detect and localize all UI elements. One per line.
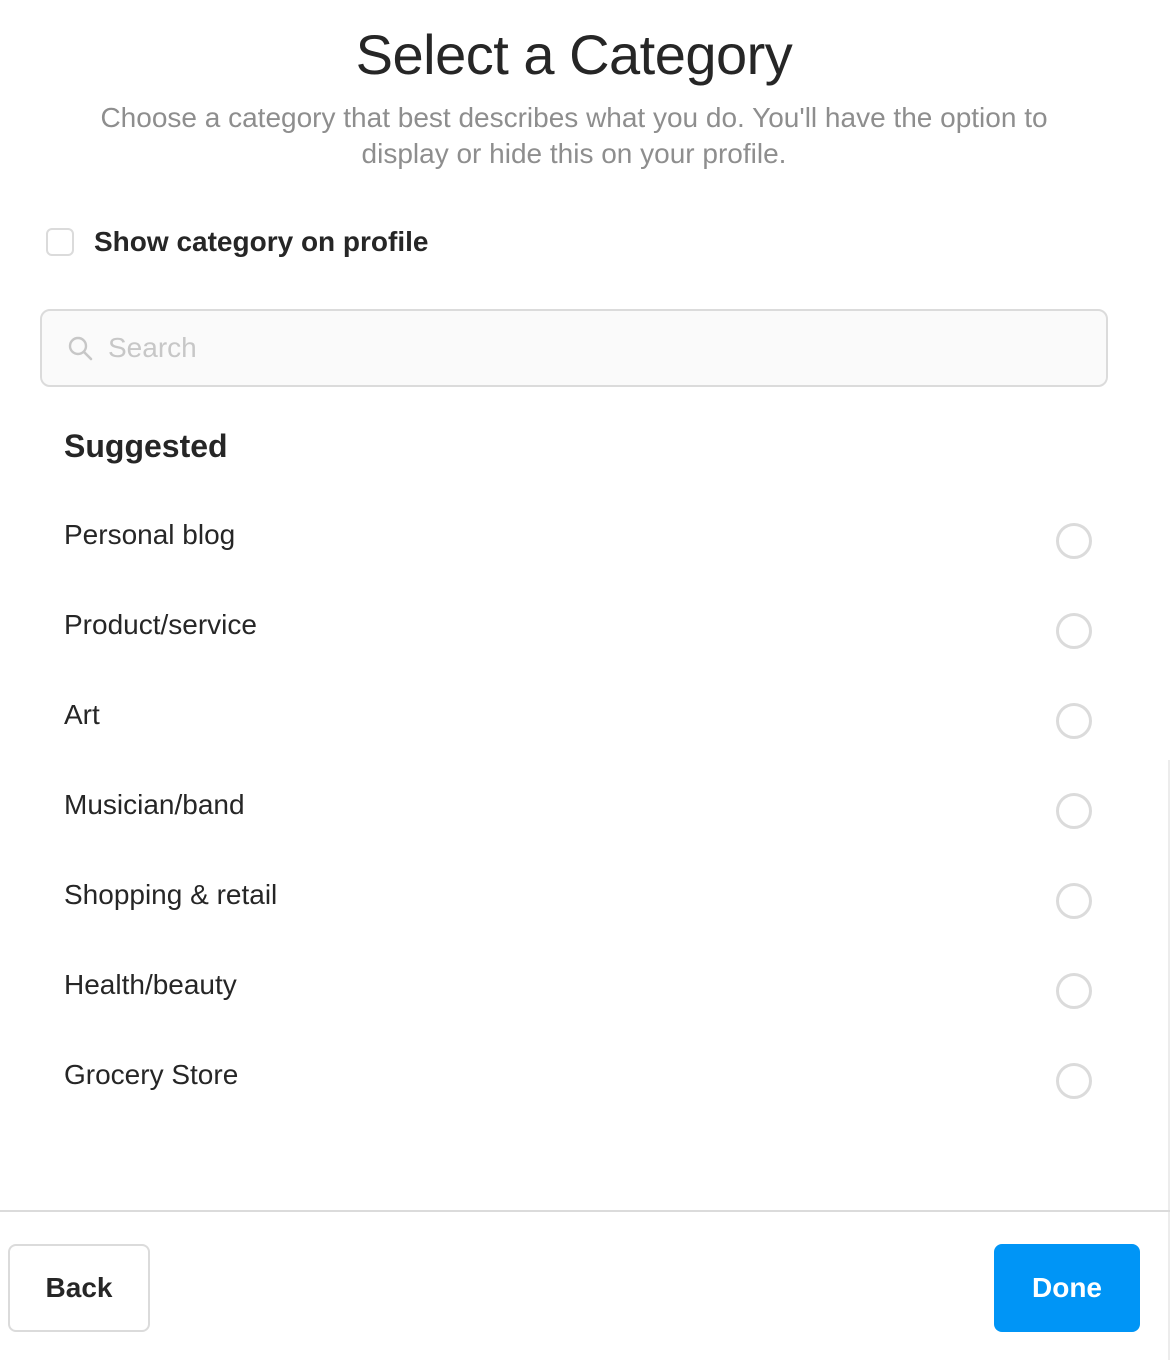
category-label: Shopping & retail: [64, 879, 278, 910]
category-radio[interactable]: [1056, 883, 1092, 919]
show-category-label: Show category on profile: [94, 226, 429, 257]
page-subtitle: Choose a category that best describes wh…: [100, 102, 1048, 169]
category-radio[interactable]: [1056, 703, 1092, 739]
show-category-toggle[interactable]: Show category on profile: [46, 226, 428, 258]
category-item-musician-band[interactable]: Musician/band: [0, 765, 1170, 855]
category-item-art[interactable]: Art: [0, 675, 1170, 765]
select-category-page: Select a Category Choose a category that…: [0, 0, 1170, 1360]
search-icon: [66, 334, 94, 362]
category-radio[interactable]: [1056, 1063, 1092, 1099]
search-input[interactable]: [108, 318, 1048, 378]
suggested-heading: Suggested: [64, 428, 228, 464]
category-label: Product/service: [64, 609, 257, 640]
category-item-product-service[interactable]: Product/service: [0, 585, 1170, 675]
back-button[interactable]: Back: [8, 1244, 150, 1332]
category-radio[interactable]: [1056, 793, 1092, 829]
category-item-personal-blog[interactable]: Personal blog: [0, 495, 1170, 585]
done-button[interactable]: Done: [994, 1244, 1140, 1332]
footer-divider: [0, 1210, 1170, 1212]
search-box[interactable]: [40, 309, 1108, 387]
category-radio[interactable]: [1056, 613, 1092, 649]
category-label: Art: [64, 699, 100, 730]
category-list: Personal blog Product/service Art Musici…: [0, 495, 1170, 1125]
category-item-grocery-store[interactable]: Grocery Store: [0, 1035, 1170, 1125]
category-label: Health/beauty: [64, 969, 237, 1000]
category-label: Musician/band: [64, 789, 245, 820]
category-item-health-beauty[interactable]: Health/beauty: [0, 945, 1170, 1035]
category-radio[interactable]: [1056, 523, 1092, 559]
category-item-shopping-retail[interactable]: Shopping & retail: [0, 855, 1170, 945]
show-category-checkbox[interactable]: [46, 228, 74, 256]
page-title: Select a Category: [355, 23, 793, 86]
category-label: Grocery Store: [64, 1059, 239, 1090]
category-radio[interactable]: [1056, 973, 1092, 1009]
category-label: Personal blog: [64, 519, 236, 550]
